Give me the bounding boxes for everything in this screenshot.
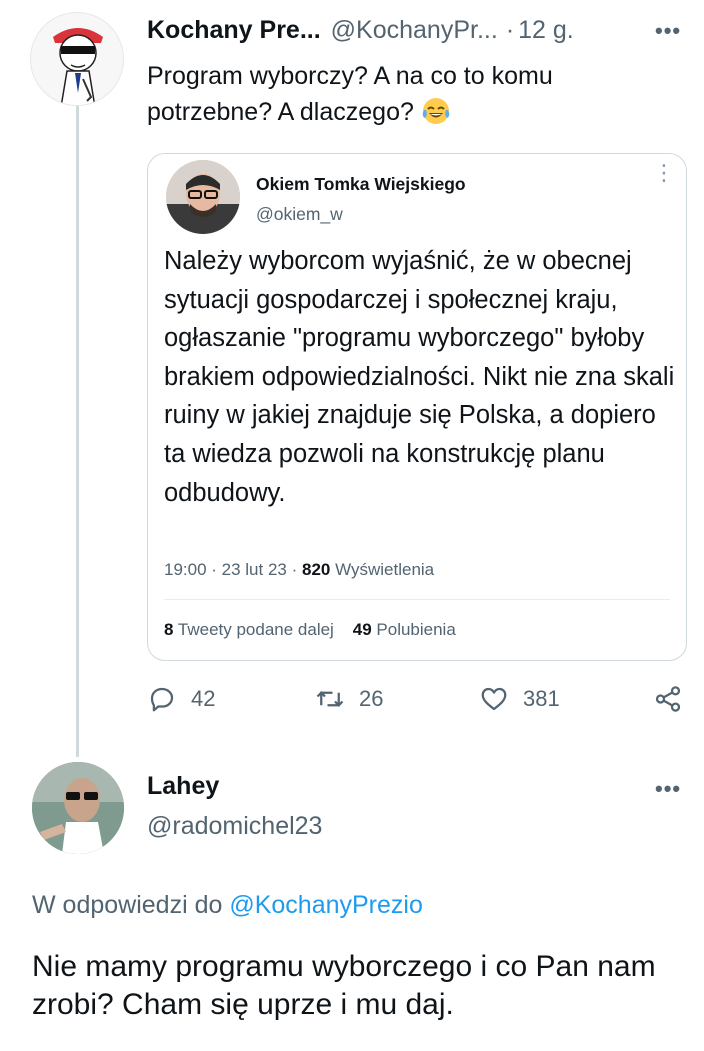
replying-to-mention-link[interactable]: @KochanyPrezio xyxy=(229,891,423,919)
author-handle[interactable]: @KochanyPr... xyxy=(331,16,498,45)
retweet-icon xyxy=(316,691,344,707)
quoted-tweet-timestamp: 19:00 · 23 lut 23 · xyxy=(164,560,302,579)
reply-icon xyxy=(150,687,174,712)
face-with-tears-of-joy-icon xyxy=(422,98,450,124)
replying-to-line: W odpowiedzi do @KochanyPrezio xyxy=(32,891,423,920)
tweet-text: Program wyborczy? A na co to komu potrze… xyxy=(147,58,667,130)
quoted-likes-count[interactable]: 49 xyxy=(353,620,372,639)
heart-icon xyxy=(481,687,507,711)
quoted-more-options-icon[interactable]: ⋮ xyxy=(653,162,675,184)
reply-author-name[interactable]: Lahey xyxy=(147,772,219,801)
reply-text: Nie mamy programu wyborczego i co Pan na… xyxy=(32,950,656,1021)
like-count: 381 xyxy=(523,686,560,711)
views-label: Wyświetlenia xyxy=(330,560,435,579)
views-count: 820 xyxy=(301,560,331,579)
reply-author-handle[interactable]: @radomichel23 xyxy=(147,812,322,841)
share-icon xyxy=(655,686,681,712)
tweet-actions-bar: 42 26 381 xyxy=(147,684,687,724)
reply-author-avatar[interactable] xyxy=(32,762,124,854)
quoted-tweet-meta: 19:00 · 23 lut 23 · 820 Wyświetlenia xyxy=(164,560,434,580)
quoted-tweet-stats: 8 Tweety podane dalej 49 Polubienia xyxy=(164,620,456,640)
like-button[interactable]: 381 xyxy=(479,684,560,714)
quoted-author-handle[interactable]: @okiem_w xyxy=(256,204,343,225)
tweet-timestamp[interactable]: 12 g. xyxy=(518,16,574,45)
quoted-author-avatar[interactable] xyxy=(166,160,240,234)
replying-to-label: W odpowiedzi do xyxy=(32,891,230,919)
share-button[interactable] xyxy=(653,684,683,714)
avatar-illustration-icon xyxy=(31,13,123,105)
header-separator: · xyxy=(505,16,515,44)
avatar-photo-icon xyxy=(166,160,240,234)
reply-more-options-icon[interactable]: ••• xyxy=(655,776,681,802)
quoted-likes-label[interactable]: Polubienia xyxy=(372,620,455,639)
retweet-count: 26 xyxy=(359,686,384,711)
more-options-icon[interactable]: ••• xyxy=(655,18,681,44)
quoted-retweets-label[interactable]: Tweety podane dalej xyxy=(173,620,334,639)
quoted-author-name[interactable]: Okiem Tomka Wiejskiego xyxy=(256,174,466,195)
quoted-tweet-card[interactable]: Okiem Tomka Wiejskiego @okiem_w ⋮ Należy… xyxy=(147,153,687,661)
quoted-tweet-text: Należy wyborcom wyjaśnić, że w obecnej s… xyxy=(164,247,675,507)
reply-count: 42 xyxy=(191,686,216,711)
tweet-text-content: Program wyborczy? A na co to komu potrze… xyxy=(147,62,553,126)
divider xyxy=(164,599,670,600)
reply-button[interactable]: 42 xyxy=(147,684,215,714)
retweet-button[interactable]: 26 xyxy=(315,684,383,714)
thread-connector-line xyxy=(76,102,79,757)
avatar-photo-icon xyxy=(32,762,124,854)
author-avatar[interactable] xyxy=(30,12,124,106)
author-name[interactable]: Kochany Pre... xyxy=(147,16,321,45)
tweet-header: Kochany Pre... @KochanyPr... · 12 g. xyxy=(147,16,574,45)
